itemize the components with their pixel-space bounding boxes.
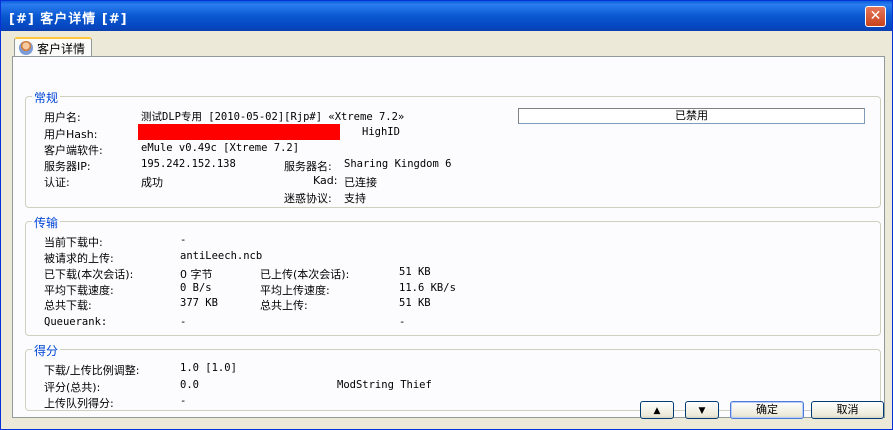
downloaded-session-value: 0 字节 (180, 268, 213, 281)
up-arrow-icon: ▲ (653, 406, 661, 416)
queuerank-value: - (180, 316, 187, 328)
dialog-client: 客户详情 常规 用户名: 测试DLP专用 [2010-05-02][Rjp#] … (4, 31, 889, 427)
tab-client-details[interactable]: 客户详情 (14, 37, 93, 57)
uploaded-session-value: 51 KB (399, 266, 431, 278)
total-upload-value: 51 KB (399, 297, 431, 309)
username-value: 测试DLP专用 [2010-05-02][Rjp#] «Xtreme 7.2» (141, 111, 405, 123)
close-button[interactable]: ✕ (865, 6, 886, 27)
down-arrow-icon: ▼ (698, 406, 706, 416)
previous-button[interactable]: ▲ (640, 401, 674, 419)
kad-label: Kad: (313, 174, 338, 187)
user-hash-label: 用户Hash: (44, 128, 98, 141)
kad-value: 已连接 (344, 176, 377, 189)
title-bar[interactable]: [#] 客户详情 [#] ✕ (1, 1, 892, 31)
server-ip-value: 195.242.152.138 (141, 158, 236, 170)
server-name-label: 服务器名: (284, 160, 332, 173)
queuerank-value-secondary: - (399, 316, 406, 328)
client-software-value: eMule v0.49c [Xtreme 7.2] (141, 142, 300, 154)
avg-download-label: 平均下载速度: (44, 284, 114, 297)
cancel-button[interactable]: 取消 (811, 401, 884, 419)
total-download-label: 总共下载: (44, 299, 92, 312)
id-type-value: HighID (362, 126, 400, 138)
downloaded-session-label: 已下载(本次会话): (44, 268, 134, 281)
ratio-value: 1.0 [1.0] (180, 362, 237, 374)
client-software-label: 客户端软件: (44, 144, 103, 157)
current-download-label: 当前下载中: (44, 236, 103, 249)
queue-score-label: 上传队列得分: (44, 397, 114, 410)
current-download-value: - (180, 234, 187, 246)
rating-value: 0.0 (180, 379, 199, 391)
client-details-window: [#] 客户详情 [#] ✕ 客户详情 常规 用户名: 测试DLP专用 [201… (0, 0, 893, 430)
mod-string-value: ModString Thief (337, 379, 432, 391)
requested-upload-label: 被请求的上传: (44, 252, 114, 265)
server-ip-label: 服务器IP: (44, 160, 91, 173)
requested-upload-value: antiLeech.ncb (180, 250, 263, 262)
avg-upload-value: 11.6 KB/s (399, 282, 456, 294)
obfuscation-value: 支持 (344, 192, 366, 205)
ratio-label: 下载/上传比例调整: (44, 364, 140, 377)
username-label: 用户名: (44, 111, 81, 124)
avg-download-value: 0 B/s (180, 282, 212, 294)
transfer-group-title: 传输 (32, 214, 61, 231)
next-button[interactable]: ▼ (685, 401, 719, 419)
avg-upload-label: 平均上传速度: (260, 284, 330, 297)
status-field: 已禁用 (518, 108, 865, 124)
transfer-group: 传输 当前下载中: - 被请求的上传: antiLeech.ncb 已下载(本次… (25, 214, 881, 336)
user-icon (19, 41, 33, 55)
auth-label: 认证: (44, 176, 70, 189)
tab-panel: 常规 用户名: 测试DLP专用 [2010-05-02][Rjp#] «Xtre… (12, 56, 885, 418)
user-hash-redaction (138, 124, 340, 140)
auth-value: 成功 (141, 176, 163, 189)
general-group-title: 常规 (32, 89, 61, 106)
uploaded-session-label: 已上传(本次会话): (260, 268, 350, 281)
general-group: 常规 用户名: 测试DLP专用 [2010-05-02][Rjp#] «Xtre… (25, 89, 881, 208)
total-upload-label: 总共上传: (260, 299, 308, 312)
server-name-value: Sharing Kingdom 6 (344, 158, 452, 170)
obfuscation-label: 迷惑协议: (284, 192, 332, 205)
queue-score-value: - (180, 395, 187, 407)
rating-label: 评分(总共): (44, 381, 101, 394)
queuerank-label: Queuerank: (44, 316, 108, 328)
total-download-value: 377 KB (180, 297, 218, 309)
score-group-title: 得分 (32, 342, 61, 359)
ok-button[interactable]: 确定 (730, 401, 804, 419)
window-title: [#] 客户详情 [#] (9, 12, 128, 27)
status-value: 已禁用 (675, 109, 708, 122)
tab-label: 客户详情 (37, 41, 86, 56)
